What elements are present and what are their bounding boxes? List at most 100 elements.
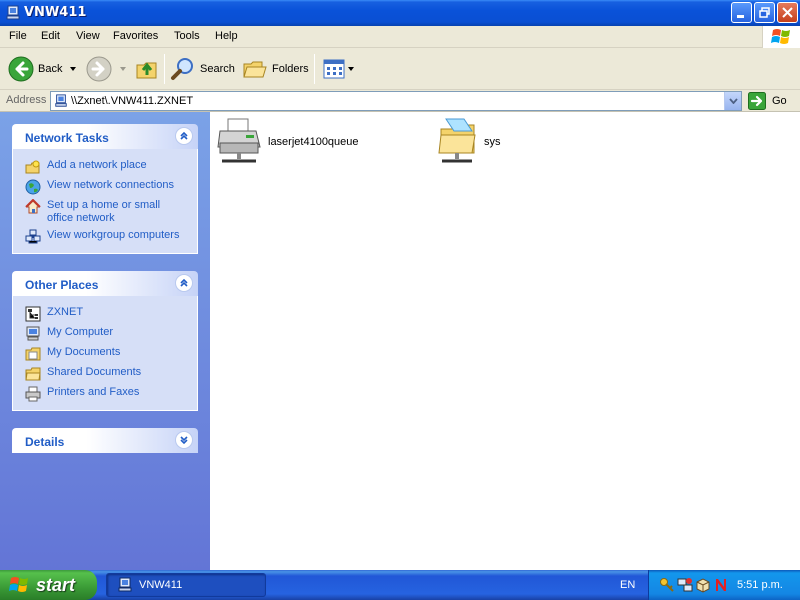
place-zxnet[interactable]: ZXNET <box>13 304 197 324</box>
views-icon <box>323 59 345 79</box>
menu-favorites[interactable]: Favorites <box>113 30 158 42</box>
up-folder-icon <box>136 62 157 79</box>
details-panel: Details <box>12 428 198 453</box>
minimize-icon <box>737 15 744 18</box>
my-computer-icon <box>26 326 40 341</box>
list-item[interactable]: sys <box>438 117 501 167</box>
toolbar-separator <box>314 54 315 84</box>
place-label: ZXNET <box>47 306 84 318</box>
menu-edit[interactable]: Edit <box>41 30 60 42</box>
restore-button[interactable] <box>754 2 775 23</box>
place-label: My Computer <box>47 326 114 338</box>
address-input[interactable]: \\Zxnet\.VNW411.ZXNET <box>50 91 742 111</box>
network-printer-icon <box>217 118 261 163</box>
place-my-computer[interactable]: My Computer <box>13 324 197 344</box>
address-value: \\Zxnet\.VNW411.ZXNET <box>71 95 194 107</box>
expand-button[interactable] <box>175 431 193 449</box>
network-computer-icon <box>55 94 67 107</box>
task-view-workgroup-computers[interactable]: View workgroup computers <box>13 227 197 247</box>
menu-file[interactable]: File <box>9 30 27 42</box>
network-tasks-panel: Network Tasks Add a network place View n… <box>12 124 198 254</box>
place-printers-and-faxes[interactable]: Printers and Faxes <box>13 384 197 404</box>
language-indicator[interactable]: EN <box>620 579 635 591</box>
restore-icon <box>759 7 770 18</box>
title-bar[interactable]: VNW411 <box>0 0 800 26</box>
toolbar-separator <box>164 54 165 84</box>
search-label: Search <box>200 63 235 75</box>
windows-flag-icon <box>9 577 28 592</box>
globe-icon <box>25 179 41 195</box>
network-status-icon[interactable] <box>677 577 693 593</box>
address-label: Address <box>6 94 47 106</box>
n-letter-icon[interactable] <box>713 577 729 593</box>
task-add-network-place[interactable]: Add a network place <box>13 157 197 177</box>
task-view-network-connections[interactable]: View network connections <box>13 177 197 197</box>
close-icon <box>782 7 793 18</box>
taskbar-window-button[interactable]: VNW411 <box>106 573 266 597</box>
place-label: Shared Documents <box>47 366 142 378</box>
go-arrow-icon <box>748 92 766 110</box>
address-bar: Address \\Zxnet\.VNW411.ZXNET Go <box>0 90 800 112</box>
chevron-down-icon <box>348 67 354 71</box>
network-tasks-body: Add a network place View network connect… <box>12 149 198 254</box>
up-folder-button[interactable] <box>134 54 160 84</box>
go-button[interactable]: Go <box>748 92 787 110</box>
item-label: laserjet4100queue <box>268 136 359 148</box>
taskbar-window-label: VNW411 <box>139 579 183 591</box>
toolbar: Back Search Folders <box>0 48 800 90</box>
search-button[interactable]: Search <box>170 54 235 84</box>
forward-button[interactable] <box>86 54 130 84</box>
clock[interactable]: 5:51 p.m. <box>737 579 783 591</box>
chevron-double-down-icon <box>180 436 188 445</box>
other-places-panel: Other Places ZXNET My Computer My Docume… <box>12 271 198 411</box>
network-tasks-header[interactable]: Network Tasks <box>12 124 198 149</box>
menu-help[interactable]: Help <box>215 30 238 42</box>
place-shared-documents[interactable]: Shared Documents <box>13 364 197 384</box>
chevron-double-up-icon <box>180 131 188 140</box>
go-label: Go <box>772 95 787 107</box>
start-button[interactable]: start <box>0 570 97 600</box>
other-places-header[interactable]: Other Places <box>12 271 198 296</box>
close-button[interactable] <box>777 2 798 23</box>
minimize-button[interactable] <box>731 2 752 23</box>
home-network-icon <box>25 199 41 214</box>
windows-flag-icon <box>771 29 790 44</box>
address-dropdown-button[interactable] <box>724 92 741 110</box>
place-label: Printers and Faxes <box>47 386 140 398</box>
keys-icon[interactable] <box>659 577 675 593</box>
task-set-up-home-network[interactable]: Set up a home or small office network <box>13 197 197 227</box>
box-icon[interactable] <box>695 577 711 593</box>
windows-logo <box>762 26 800 48</box>
other-places-body: ZXNET My Computer My Documents Shared Do… <box>12 296 198 411</box>
task-label: Add a network place <box>47 159 147 171</box>
item-label: sys <box>484 136 501 148</box>
views-button[interactable] <box>322 54 356 84</box>
network-tree-icon <box>25 306 41 322</box>
window-title: VNW411 <box>24 5 87 20</box>
panel-title: Other Places <box>25 278 99 292</box>
search-icon <box>171 58 193 80</box>
menu-view[interactable]: View <box>76 30 100 42</box>
add-network-place-icon <box>25 160 40 174</box>
list-item[interactable]: laserjet4100queue <box>216 117 359 167</box>
collapse-button[interactable] <box>175 127 193 145</box>
collapse-button[interactable] <box>175 274 193 292</box>
task-label: View network connections <box>47 179 174 191</box>
back-arrow-icon <box>8 56 34 82</box>
task-label: View workgroup computers <box>47 229 180 241</box>
details-header[interactable]: Details <box>12 428 198 453</box>
folders-label: Folders <box>272 63 309 75</box>
chevron-down-icon <box>70 67 77 71</box>
folders-button[interactable]: Folders <box>242 54 309 84</box>
menu-tools[interactable]: Tools <box>174 30 200 42</box>
chevron-double-up-icon <box>180 278 188 287</box>
place-my-documents[interactable]: My Documents <box>13 344 197 364</box>
printer-icon <box>25 386 41 402</box>
folder-content: laserjet4100queue sys <box>210 112 800 570</box>
network-share-folder-icon <box>438 118 476 163</box>
panel-title: Network Tasks <box>25 131 109 145</box>
back-button[interactable]: Back <box>8 54 80 84</box>
panel-title: Details <box>25 435 65 449</box>
start-label: start <box>36 574 76 595</box>
shared-folder-icon <box>25 367 41 381</box>
